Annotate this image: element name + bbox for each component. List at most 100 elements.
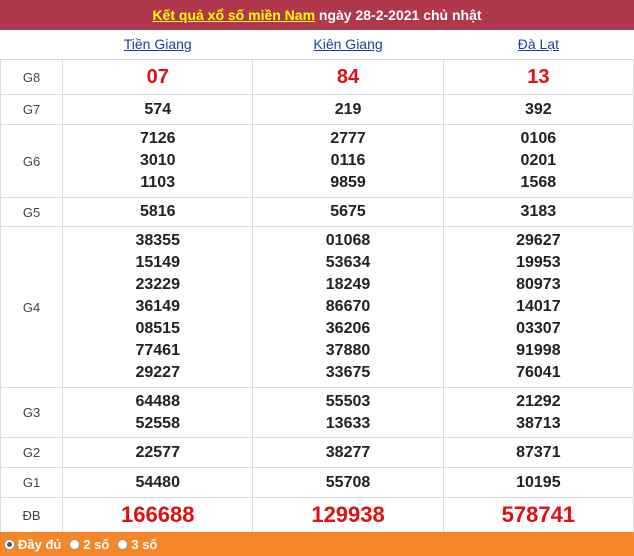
prize-row: G1 54480 55708 10195 xyxy=(0,467,634,498)
prize-cell: 55708 xyxy=(252,467,444,498)
prize-number: 5675 xyxy=(330,203,366,220)
prize-number: 19953 xyxy=(516,254,561,271)
prize-number: 64488 xyxy=(135,392,180,410)
prize-label: G8 xyxy=(0,59,64,95)
prize-number: 3010 xyxy=(139,152,176,169)
prize-cell: 38355 15149 23229 36149 08515 77461 29227 xyxy=(62,226,254,388)
display-option[interactable]: 3 số xyxy=(117,537,157,552)
prize-number: 9859 xyxy=(330,174,366,191)
prize-number: 0106 xyxy=(520,130,557,147)
prize-cell: 55503 13633 xyxy=(252,387,444,438)
prize-number: 03307 xyxy=(516,320,561,337)
prize-label: G1 xyxy=(0,467,64,498)
prize-cell: 5675 xyxy=(252,197,444,227)
prize-cell: 219 xyxy=(252,94,444,125)
prize-number: 22577 xyxy=(135,443,180,461)
prize-number: 38355 xyxy=(135,232,180,249)
prize-number: 87371 xyxy=(516,443,561,461)
prize-row: ĐB 166688 129938 578741 xyxy=(0,497,634,533)
prize-number: 13 xyxy=(527,66,550,88)
province-link[interactable]: Đà Lạt xyxy=(518,36,559,52)
prize-number: 01068 xyxy=(325,232,371,249)
province-header-row: Tiền Giang Kiên Giang Đà Lạt xyxy=(0,30,634,60)
prize-number: 14017 xyxy=(516,298,561,315)
prize-number: 15149 xyxy=(135,254,180,271)
prize-number: 29627 xyxy=(516,232,561,249)
prize-number: 129938 xyxy=(311,502,385,527)
prize-number: 53634 xyxy=(325,254,371,271)
province-link[interactable]: Kiên Giang xyxy=(313,36,382,52)
prize-number: 76041 xyxy=(516,364,561,381)
prize-number: 13633 xyxy=(325,414,371,432)
prize-number: 91998 xyxy=(516,342,561,359)
prize-number: 80973 xyxy=(516,276,561,293)
prize-number: 86670 xyxy=(325,298,371,315)
prize-cell: 2777 0116 9859 xyxy=(252,124,444,198)
prize-number: 0116 xyxy=(330,152,366,169)
prize-number: 574 xyxy=(144,100,172,118)
prize-number: 55503 xyxy=(325,392,371,410)
prize-row: G6 7126 3010 1103 2777 0116 9859 0106 0201 1568 xyxy=(0,124,634,198)
prize-row: G5 5816 5675 3183 xyxy=(0,197,634,227)
display-option-label: 3 số xyxy=(131,536,158,552)
results-table: Tiền Giang Kiên Giang Đà Lạt G8 07 84 13 G7 5… xyxy=(0,30,634,533)
province-link[interactable]: Tiền Giang xyxy=(124,36,192,52)
prize-number: 38713 xyxy=(516,414,561,432)
display-options-bar: Đầy đủ 2 số 3 số xyxy=(0,532,634,556)
prize-number: 23229 xyxy=(135,276,180,293)
prize-row: G3 64488 52558 55503 13633 21292 38713 xyxy=(0,387,634,438)
prize-cell: 21292 38713 xyxy=(442,387,634,438)
prize-number: 37880 xyxy=(325,342,371,359)
prize-number: 392 xyxy=(524,100,552,118)
prize-row: G4 38355 15149 23229 36149 08515 77461 29227 010… xyxy=(0,226,634,388)
prize-row: G7 574 219 392 xyxy=(0,94,634,125)
prize-label: G6 xyxy=(0,124,64,198)
prize-number: 3183 xyxy=(520,203,557,220)
prize-number: 10195 xyxy=(516,473,561,491)
lottery-results-widget: Kết quả xổ số miền Nam ngày 28-2-2021 ch… xyxy=(0,0,634,556)
prize-label: G3 xyxy=(0,387,64,438)
prize-number: 166688 xyxy=(121,502,195,527)
corner-cell xyxy=(0,30,63,60)
prize-label: G2 xyxy=(0,437,64,468)
prize-number: 578741 xyxy=(501,502,576,527)
prize-cell: 29627 19953 80973 14017 03307 91998 76041 xyxy=(442,226,634,388)
prize-number: 5816 xyxy=(139,203,176,220)
prize-cell: 392 xyxy=(442,94,634,125)
prize-cell: 38277 xyxy=(252,437,444,468)
prize-cell: 87371 xyxy=(442,437,634,468)
radio-button[interactable] xyxy=(69,538,81,550)
prize-number: 0201 xyxy=(520,152,557,169)
prize-label: ĐB xyxy=(0,497,64,533)
prize-number: 29227 xyxy=(135,364,180,381)
prize-number: 21292 xyxy=(516,392,561,410)
prize-cell: 84 xyxy=(252,59,444,95)
radio-button[interactable] xyxy=(4,538,15,550)
prize-label: G4 xyxy=(0,226,64,388)
display-option[interactable]: 2 số xyxy=(69,537,109,552)
prize-number: 77461 xyxy=(135,342,180,359)
results-title-link[interactable]: Kết quả xổ số miền Nam xyxy=(152,7,315,23)
prize-cell: 578741 xyxy=(442,497,634,533)
prize-cell: 22577 xyxy=(62,437,254,468)
prize-cell: 01068 53634 18249 86670 36206 37880 33675 xyxy=(252,226,444,388)
results-header: Kết quả xổ số miền Nam ngày 28-2-2021 ch… xyxy=(0,0,634,30)
prize-number: 52558 xyxy=(135,414,180,432)
prize-cell: 574 xyxy=(62,94,254,125)
prize-number: 36206 xyxy=(325,320,371,337)
radio-button[interactable] xyxy=(117,538,129,550)
prize-number: 219 xyxy=(334,100,362,118)
prize-number: 07 xyxy=(146,66,169,88)
display-option[interactable]: Đầy đủ xyxy=(4,537,61,552)
prize-cell: 13 xyxy=(442,59,634,95)
prize-cell: 54480 xyxy=(62,467,254,498)
display-option-label: 2 số xyxy=(83,536,110,552)
prize-number: 1568 xyxy=(520,174,557,191)
prize-number: 7126 xyxy=(139,130,176,147)
prize-label: G7 xyxy=(0,94,64,125)
prize-row: G8 07 84 13 xyxy=(0,59,634,95)
prize-number: 33675 xyxy=(325,364,371,381)
prize-number: 54480 xyxy=(135,473,180,491)
prize-number: 38277 xyxy=(325,443,371,461)
display-option-label: Đầy đủ xyxy=(18,536,62,552)
